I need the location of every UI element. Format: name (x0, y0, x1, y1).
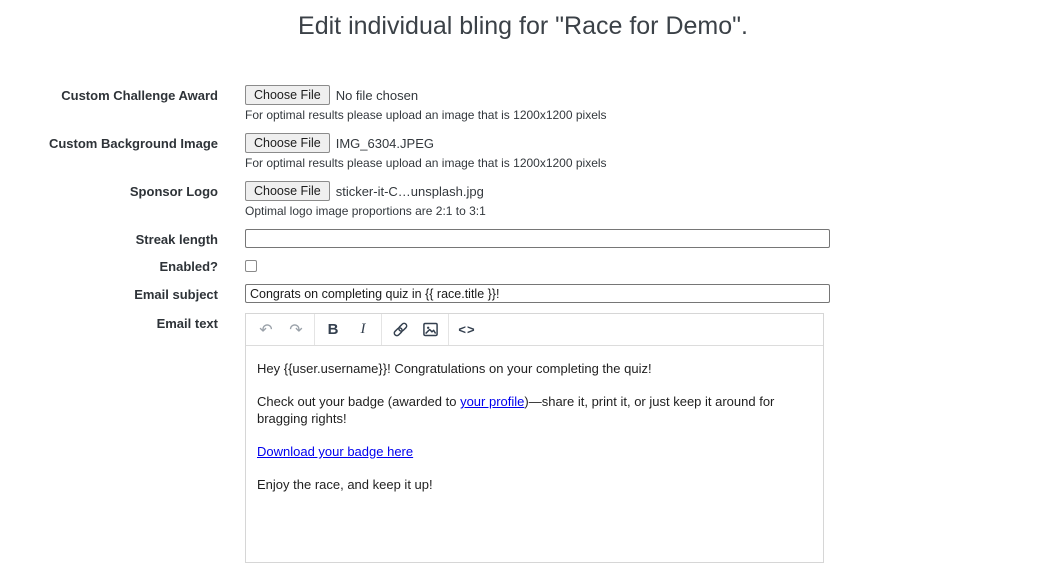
enabled-label: Enabled? (159, 259, 218, 274)
email-text-paragraph: Check out your badge (awarded to your pr… (257, 393, 812, 427)
background-image-choose-file-button[interactable]: Choose File (245, 133, 330, 153)
image-button[interactable] (415, 314, 445, 345)
image-icon (422, 322, 438, 337)
email-text-line: Hey {{user.username}}! Congratulations o… (257, 361, 652, 376)
bold-icon: B (327, 321, 339, 338)
undo-button[interactable]: ↶ (251, 314, 281, 345)
challenge-award-filename: No file chosen (335, 87, 419, 103)
email-text-editor: ↶ ↷ B I <> Hey {{user.username}}! Congra… (245, 313, 824, 563)
sponsor-logo-label: Sponsor Logo (129, 184, 218, 199)
link-icon (393, 322, 407, 337)
custom-challenge-award-label: Custom Challenge Award (61, 88, 218, 103)
italic-icon: I (360, 321, 366, 337)
toolbar-divider (448, 314, 449, 345)
custom-background-image-label: Custom Background Image (48, 136, 218, 151)
sponsor-logo-helper-text: Optimal logo image proportions are 2:1 t… (245, 204, 486, 218)
email-text-label: Email text (156, 316, 218, 331)
undo-icon: ↶ (259, 319, 273, 339)
email-text-paragraph: Hey {{user.username}}! Congratulations o… (257, 360, 812, 377)
streak-length-input[interactable] (245, 229, 830, 248)
code-icon: <> (458, 322, 476, 337)
email-text-line: Enjoy the race, and keep it up! (257, 477, 433, 492)
page-title: Edit individual bling for "Race for Demo… (298, 12, 748, 40)
sponsor-logo-choose-file-button[interactable]: Choose File (245, 181, 330, 201)
email-text-paragraph: Enjoy the race, and keep it up! (257, 476, 812, 493)
italic-button[interactable]: I (348, 314, 378, 345)
streak-length-label: Streak length (135, 232, 218, 247)
redo-icon: ↷ (289, 319, 303, 339)
editor-toolbar: ↶ ↷ B I <> (246, 314, 823, 346)
email-text-paragraph: Download your badge here (257, 443, 812, 460)
toolbar-divider (314, 314, 315, 345)
code-button[interactable]: <> (452, 314, 482, 345)
toolbar-divider (381, 314, 382, 345)
redo-button[interactable]: ↷ (281, 314, 311, 345)
background-image-helper-text: For optimal results please upload an ima… (245, 156, 607, 170)
download-badge-link[interactable]: Download your badge here (257, 444, 413, 459)
email-subject-input[interactable] (245, 284, 830, 303)
email-text-line: Check out your badge (awarded to (257, 394, 461, 409)
enabled-checkbox[interactable] (245, 260, 257, 272)
link-button[interactable] (385, 314, 415, 345)
email-subject-label: Email subject (134, 287, 218, 302)
sponsor-logo-filename: sticker-it-C…unsplash.jpg (335, 183, 484, 199)
editor-content[interactable]: Hey {{user.username}}! Congratulations o… (246, 346, 823, 523)
challenge-award-helper-text: For optimal results please upload an ima… (245, 108, 607, 122)
challenge-award-choose-file-button[interactable]: Choose File (245, 85, 330, 105)
background-image-filename: IMG_6304.JPEG (335, 135, 434, 151)
bold-button[interactable]: B (318, 314, 348, 345)
your-profile-link[interactable]: your profile (460, 394, 524, 409)
